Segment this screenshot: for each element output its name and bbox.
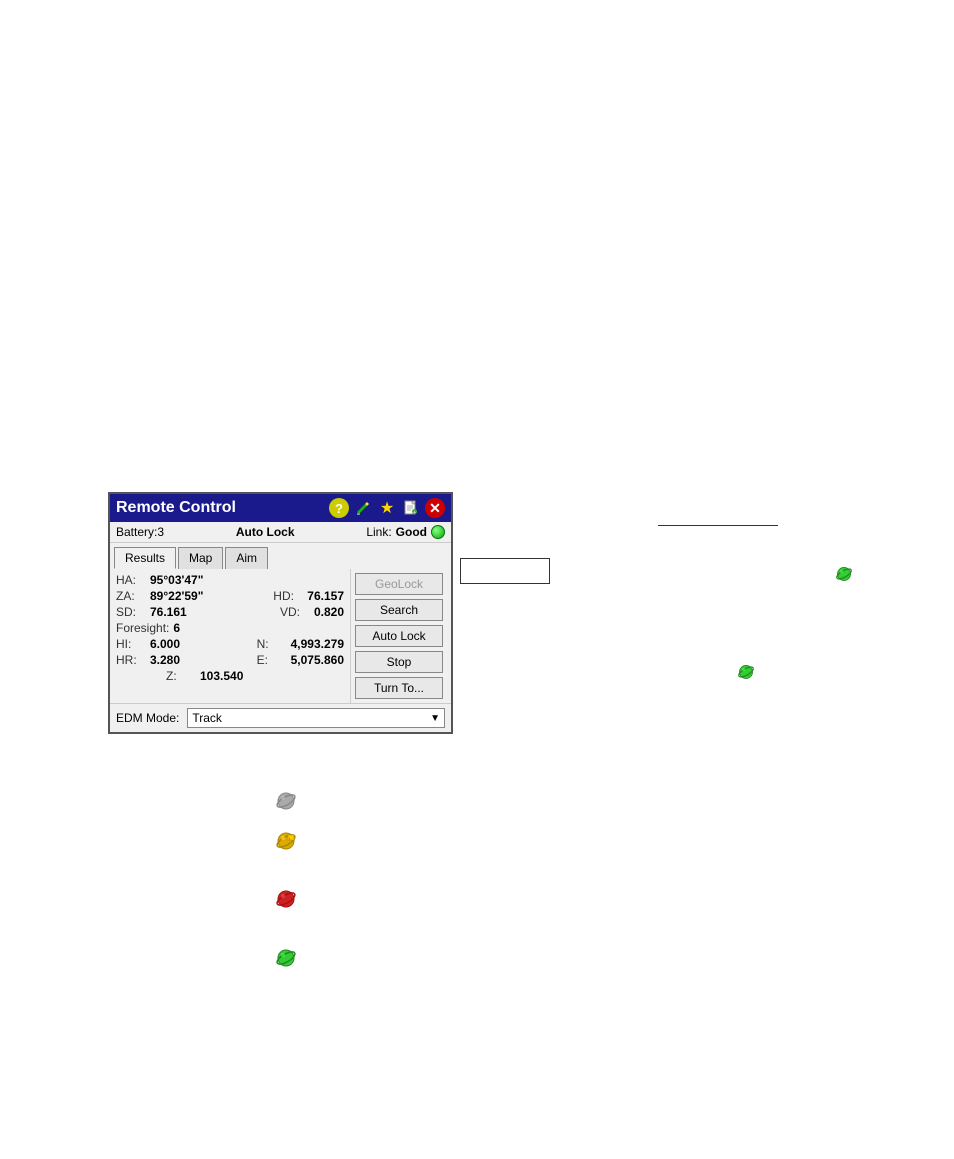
star-icon[interactable]: ★ (377, 498, 397, 518)
hd-label: HD: (273, 589, 303, 603)
satellite-icon-red (275, 888, 297, 910)
auto-lock-status: Auto Lock (172, 525, 358, 539)
satellite-icon-green-1 (835, 565, 853, 583)
link-section: Link: Good (366, 525, 445, 539)
tab-results[interactable]: Results (114, 547, 176, 569)
sd-value: 76.161 (150, 605, 187, 619)
za-hd-row: ZA: 89°22'59" HD: 76.157 (116, 589, 344, 603)
dropdown-arrow-icon: ▼ (430, 713, 440, 724)
foresight-row: Foresight: 6 (116, 621, 344, 635)
hi-section: HI: 6.000 (116, 637, 180, 651)
za-section: ZA: 89°22'59" (116, 589, 203, 603)
geolock-button[interactable]: GeoLock (355, 573, 443, 595)
sd-label: SD: (116, 605, 146, 619)
stop-button[interactable]: Stop (355, 651, 443, 673)
vd-value: 0.820 (314, 605, 344, 619)
edm-row: EDM Mode: Track ▼ (110, 703, 451, 732)
satellite-icon-gray (275, 790, 297, 812)
hi-label: HI: (116, 637, 146, 651)
ha-row: HA: 95°03'47" (116, 573, 344, 587)
za-label: ZA: (116, 589, 146, 603)
satellite-icon-yellow: ! (275, 830, 297, 852)
turn-to-button[interactable]: Turn To... (355, 677, 443, 699)
e-value: 5,075.860 (291, 653, 344, 667)
tabs-container: Results Map Aim (110, 543, 451, 569)
hd-value: 76.157 (307, 589, 344, 603)
search-button[interactable]: Search (355, 599, 443, 621)
satellite-icon-green-3 (275, 947, 297, 969)
sd-vd-row: SD: 76.161 VD: 0.820 (116, 605, 344, 619)
z-row: Z: 103.540 (116, 669, 344, 683)
window-title: Remote Control (116, 499, 236, 517)
e-section: E: 5,075.860 (257, 653, 344, 667)
hr-label: HR: (116, 653, 146, 667)
svg-text:+: + (413, 510, 416, 516)
title-bar: Remote Control ? ★ + (110, 494, 451, 522)
ha-value: 95°03'47" (150, 573, 203, 587)
edm-label: EDM Mode: (116, 711, 179, 725)
n-section: N: 4,993.279 (257, 637, 344, 651)
help-icon[interactable]: ? (329, 498, 349, 518)
n-label: N: (257, 637, 287, 651)
search-input[interactable] (460, 558, 550, 584)
ha-label: HA: (116, 573, 146, 587)
svg-text:!: ! (289, 836, 290, 841)
link-label: Link: (366, 525, 391, 539)
link-value: Good (396, 525, 427, 539)
auto-lock-button[interactable]: Auto Lock (355, 625, 443, 647)
satellite-icon-green-2 (737, 663, 755, 681)
n-value: 4,993.279 (291, 637, 344, 651)
e-label: E: (257, 653, 287, 667)
vd-section: VD: 0.820 (280, 605, 344, 619)
edm-select[interactable]: Track ▼ (187, 708, 445, 728)
hr-section: HR: 3.280 (116, 653, 180, 667)
title-bar-icons: ? ★ + ✕ (329, 498, 445, 518)
edm-value: Track (192, 711, 222, 725)
z-value: 103.540 (200, 669, 243, 683)
edit-icon[interactable] (353, 498, 373, 518)
hd-section: HD: 76.157 (273, 589, 344, 603)
data-panel: HA: 95°03'47" ZA: 89°22'59" HD: 76.157 S… (110, 569, 351, 703)
link-indicator (431, 525, 445, 539)
remote-control-window: Remote Control ? ★ + (108, 492, 453, 734)
hi-value: 6.000 (150, 637, 180, 651)
close-icon[interactable]: ✕ (425, 498, 445, 518)
hi-n-row: HI: 6.000 N: 4,993.279 (116, 637, 344, 651)
hr-e-row: HR: 3.280 E: 5,075.860 (116, 653, 344, 667)
underline-decoration (658, 524, 778, 526)
tab-map[interactable]: Map (178, 547, 223, 569)
tab-aim[interactable]: Aim (225, 547, 268, 569)
vd-label: VD: (280, 605, 310, 619)
z-label: Z: (166, 669, 196, 683)
foresight-value: 6 (173, 621, 180, 635)
sd-section: SD: 76.161 (116, 605, 187, 619)
hr-value: 3.280 (150, 653, 180, 667)
main-content: HA: 95°03'47" ZA: 89°22'59" HD: 76.157 S… (110, 569, 451, 703)
document-icon[interactable]: + (401, 498, 421, 518)
battery-status: Battery:3 (116, 525, 164, 539)
button-panel: GeoLock Search Auto Lock Stop Turn To... (351, 569, 451, 703)
foresight-label: Foresight: (116, 621, 169, 635)
status-bar: Battery:3 Auto Lock Link: Good (110, 522, 451, 543)
za-value: 89°22'59" (150, 589, 203, 603)
